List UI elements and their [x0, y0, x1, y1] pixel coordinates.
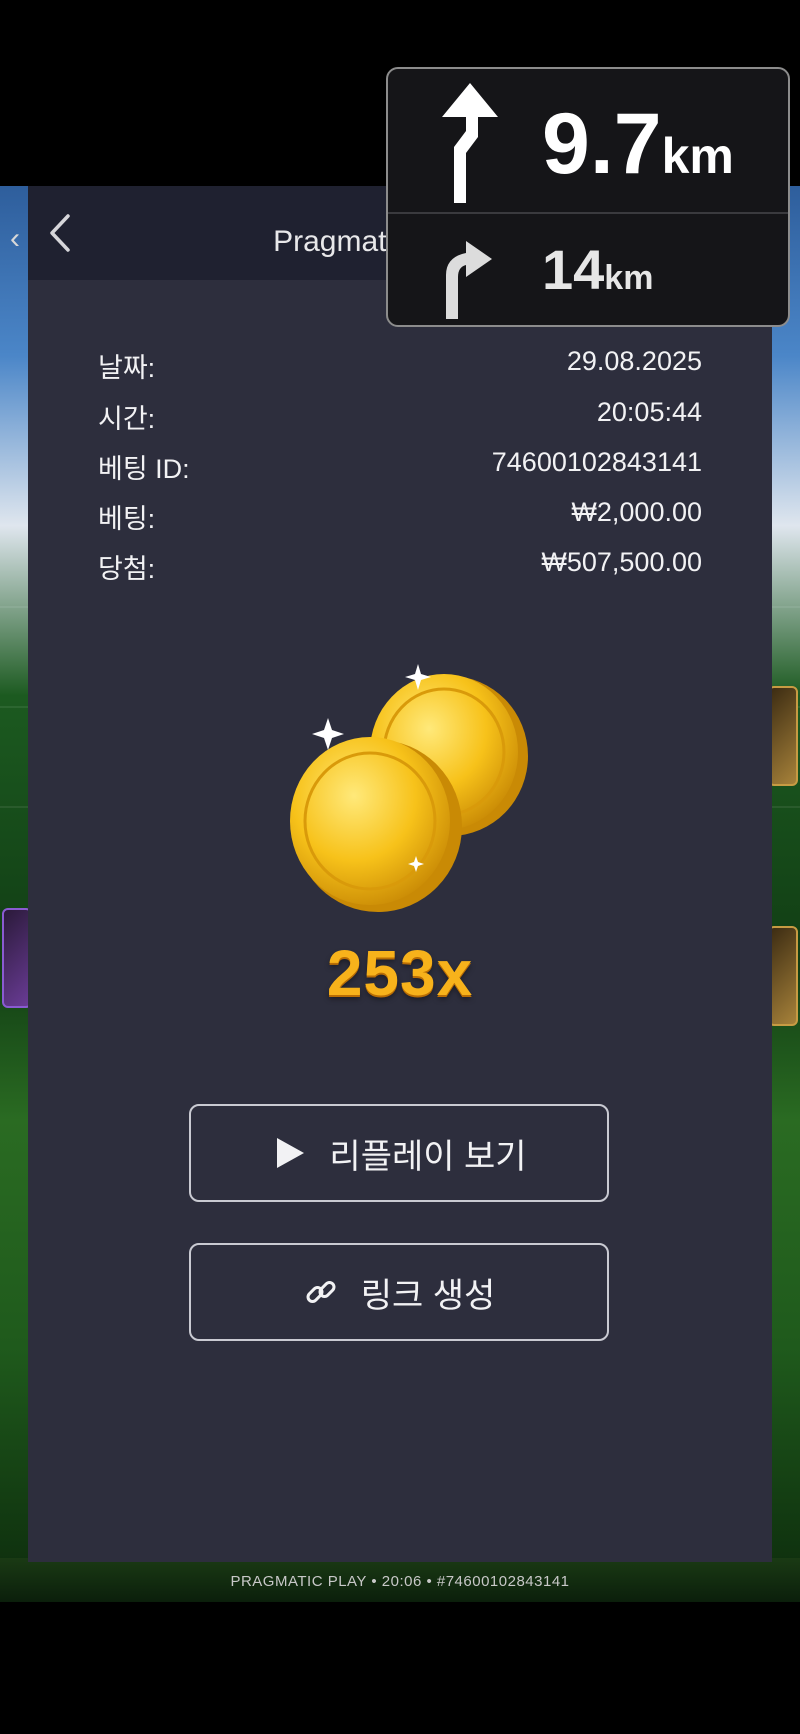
win-multiplier: 253x: [326, 937, 474, 1009]
primary-distance: 9.7km: [542, 95, 734, 194]
detail-label: 베팅 ID:: [98, 454, 190, 484]
secondary-distance-value: 14: [542, 238, 605, 301]
detail-label: 당첨:: [98, 554, 156, 584]
primary-distance-value: 9.7: [542, 96, 662, 192]
create-link-label: 링크 생성: [360, 1276, 496, 1315]
turn-left-then-straight-icon: [442, 83, 498, 203]
watch-replay-label: 리플레이 보기: [329, 1137, 527, 1176]
link-icon: [306, 1281, 336, 1303]
game-footer-text: PRAGMATIC PLAY • 20:06 • #74600102843141: [230, 1573, 570, 1590]
detail-value: 29.08.2025: [566, 346, 702, 376]
detail-value: ₩2,000.00: [571, 497, 702, 527]
detail-value: 74600102843141: [491, 447, 702, 477]
detail-label: 시간:: [98, 404, 156, 434]
secondary-distance-unit: km: [604, 259, 654, 297]
turn-right-icon: [446, 241, 492, 319]
primary-distance-unit: km: [661, 128, 734, 184]
nav-divider: [388, 212, 788, 214]
game-symbol-card: [768, 926, 798, 1026]
gold-coins-icon: [268, 656, 568, 926]
detail-label: 베팅:: [98, 504, 156, 534]
secondary-distance: 14km: [542, 237, 653, 302]
watch-replay-button[interactable]: 리플레이 보기: [189, 1104, 609, 1202]
detail-row-bet: 베팅: ₩2,000.00: [98, 497, 702, 536]
navigation-overlay: 9.7km 14km: [386, 67, 790, 327]
detail-row-bet-id: 베팅 ID: 74600102843141: [98, 447, 702, 486]
detail-row-win: 당첨: ₩507,500.00: [98, 547, 702, 586]
create-link-button[interactable]: 링크 생성: [189, 1243, 609, 1341]
play-icon: [277, 1138, 305, 1168]
detail-row-time: 시간: 20:05:44: [98, 397, 702, 436]
replay-panel: Pragmatic 리플레이 날짜: 29.08.2025 시간: 20:05:…: [28, 186, 772, 1562]
detail-value: ₩507,500.00: [541, 547, 702, 577]
chevron-left-icon[interactable]: ‹: [10, 222, 20, 256]
detail-row-date: 날짜: 29.08.2025: [98, 346, 702, 385]
detail-label: 날짜:: [98, 353, 156, 383]
detail-value: 20:05:44: [596, 397, 702, 427]
game-symbol-card: [768, 686, 798, 786]
